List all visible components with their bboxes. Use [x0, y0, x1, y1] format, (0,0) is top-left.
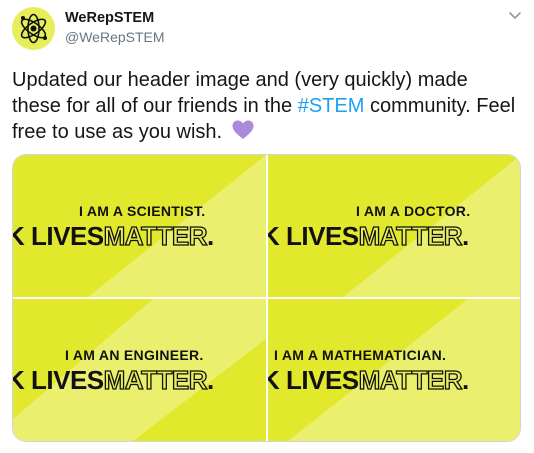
slogan-outline: MATTER [358, 220, 463, 251]
role-label: I AM AN ENGINEER. [65, 347, 204, 363]
slogan-solid: K LIVES [268, 221, 359, 251]
avatar[interactable] [12, 7, 55, 50]
slogan: K LIVESMATTER. [268, 364, 469, 396]
slogan-outline: MATTER [358, 364, 463, 395]
slogan-end: . [462, 221, 469, 251]
slogan: K LIVESMATTER. [13, 220, 214, 252]
role-label: I AM A MATHEMATICIAN. [274, 347, 447, 363]
media-grid: I AM A SCIENTIST. K LIVESMATTER. I AM A … [12, 154, 521, 442]
atom-icon [20, 13, 47, 44]
chevron-down-icon[interactable] [506, 9, 524, 23]
handle[interactable]: @WeRepSTEM [65, 29, 165, 45]
tweet-text: Updated our header image and (very quick… [12, 67, 522, 145]
slogan-outline: MATTER [103, 364, 208, 395]
slogan: K LIVESMATTER. [268, 220, 469, 252]
image-tile-scientist[interactable]: I AM A SCIENTIST. K LIVESMATTER. [13, 155, 266, 297]
hashtag-link[interactable]: #STEM [298, 95, 365, 117]
image-tile-doctor[interactable]: I AM A DOCTOR. K LIVESMATTER. [268, 155, 520, 297]
slogan: K LIVESMATTER. [13, 364, 214, 396]
display-name[interactable]: WeRepSTEM [65, 10, 154, 26]
slogan-end: . [462, 365, 469, 395]
slogan-solid: K LIVES [13, 365, 104, 395]
slogan-outline: MATTER [103, 220, 208, 251]
role-label: I AM A DOCTOR. [356, 203, 471, 219]
tweet-card: WeRepSTEM @WeRepSTEM Updated our header … [0, 0, 534, 453]
image-tile-engineer[interactable]: I AM AN ENGINEER. K LIVESMATTER. [13, 299, 266, 441]
role-label: I AM A SCIENTIST. [79, 203, 206, 219]
slogan-solid: K LIVES [13, 221, 104, 251]
slogan-end: . [207, 365, 214, 395]
image-tile-mathematician[interactable]: I AM A MATHEMATICIAN. K LIVESMATTER. [268, 299, 520, 441]
slogan-end: . [207, 221, 214, 251]
purple-heart-icon [232, 120, 254, 139]
slogan-solid: K LIVES [268, 365, 359, 395]
